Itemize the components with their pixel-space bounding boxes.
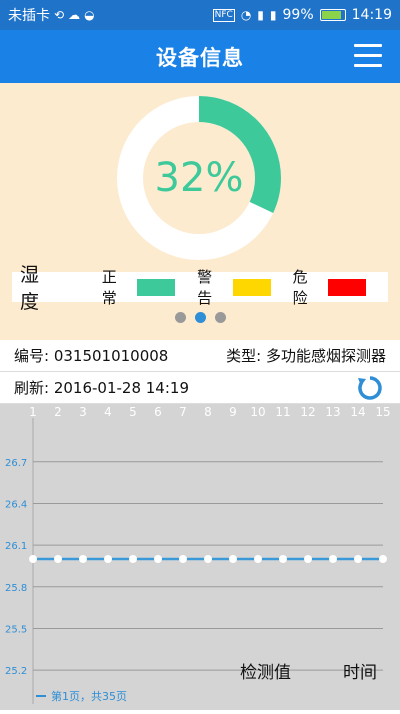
- x-tick-label: 8: [204, 405, 212, 419]
- chart-page-info: 第1页，共35页: [51, 690, 127, 703]
- x-tick-label: 9: [229, 405, 237, 419]
- x-tick-label: 6: [154, 405, 162, 419]
- wifi-icon: ◔: [240, 8, 252, 22]
- menu-button[interactable]: [354, 42, 384, 70]
- menu-icon-line: [354, 44, 382, 47]
- legend-swatch-danger: [328, 278, 366, 296]
- battery-icon: [319, 9, 346, 21]
- data-point: [254, 555, 262, 563]
- status-bar: 未插卡 ⟲ ☁ ◒ NFC ◔ ▮ ▮ 99% 14:19: [0, 0, 400, 30]
- x-tick-label: 4: [104, 405, 112, 419]
- refresh-icon[interactable]: [356, 374, 384, 402]
- refresh-row: 刷新: 2016-01-28 14:19: [0, 372, 400, 404]
- weather-icon: ☁: [68, 8, 81, 22]
- data-point: [79, 555, 87, 563]
- trend-chart-svg: 25.225.525.826.126.426.71 2 3 4 5 6 7 8 9 10 11 12 1…: [5, 405, 391, 704]
- data-point: [329, 555, 337, 563]
- android-icon: ◒: [84, 8, 95, 22]
- x-tick-label: 13: [325, 405, 340, 419]
- carrier-label: 未插卡: [8, 8, 50, 24]
- page-dot[interactable]: [174, 312, 186, 323]
- x-tick-label: 1: [29, 405, 37, 419]
- legend-title: 湿度: [20, 264, 40, 313]
- x-tick-label: 3: [79, 405, 87, 419]
- y-tick-label: 26.1: [5, 541, 27, 552]
- gauge-value: 32%: [154, 155, 244, 201]
- x-tick-label: 2: [54, 405, 62, 419]
- legend-item-label: 正常: [101, 268, 117, 307]
- sim-icon: ▮: [257, 8, 264, 22]
- x-axis-label: 时间: [343, 663, 377, 683]
- trend-chart: 25.2 25.5 25.8 26.1 26.4 26.7 1 2 3 4 5 6 7 8 9 10 11 12 1…: [0, 404, 400, 710]
- y-tick-label: 26.7: [5, 458, 27, 469]
- signal-icon: ▮: [269, 8, 277, 22]
- page-title: 设备信息: [156, 45, 244, 70]
- data-point: [354, 555, 362, 563]
- data-point: [54, 555, 62, 563]
- legend-swatch-warning: [232, 278, 271, 296]
- clock: 14:19: [351, 7, 392, 23]
- gauge-panel[interactable]: 32% 湿度 正常 警告 危险: [0, 83, 400, 340]
- nfc-icon: NFC: [212, 8, 235, 22]
- x-tick-label: 14: [350, 405, 365, 419]
- device-info-row: 编号: 031501010008 类型: 多功能感烟探测器: [0, 340, 400, 372]
- y-tick-label: 25.8: [5, 583, 27, 594]
- page-dot-active[interactable]: [194, 312, 206, 323]
- legend-item-label: 危险: [292, 268, 308, 307]
- legend-item-warning: 警告: [197, 266, 271, 308]
- legend-item-label: 警告: [197, 268, 213, 307]
- status-legend: 湿度 正常 警告 危险: [12, 264, 388, 313]
- y-axis-label: 检测值: [240, 663, 291, 683]
- chart-legend: 第1页，共35页: [36, 688, 127, 704]
- device-id: 编号: 031501010008: [14, 347, 169, 365]
- y-tick-label: 25.2: [5, 666, 27, 677]
- legend-swatch-normal: [137, 278, 176, 296]
- legend-item-normal: 正常: [101, 266, 176, 308]
- x-tick-label: 10: [250, 405, 265, 419]
- page-dot[interactable]: [214, 312, 226, 323]
- data-point: [29, 555, 37, 563]
- menu-icon-line: [354, 54, 382, 57]
- y-tick-label: 25.5: [5, 624, 27, 635]
- data-point: [179, 555, 187, 563]
- refresh-time: 刷新: 2016-01-28 14:19: [14, 379, 189, 397]
- data-point: [229, 555, 237, 563]
- x-tick-label: 12: [300, 405, 315, 419]
- data-point: [204, 555, 212, 563]
- x-tick-label: 7: [179, 405, 187, 419]
- data-point: [129, 555, 137, 563]
- battery-percent: 99%: [282, 7, 314, 23]
- x-tick-label: 15: [375, 405, 390, 419]
- legend-item-danger: 危险: [293, 266, 366, 308]
- x-tick-label: 11: [275, 405, 290, 419]
- legend-line-swatch: [36, 695, 46, 697]
- menu-icon-line: [354, 64, 382, 67]
- data-point: [304, 555, 312, 563]
- page-indicator[interactable]: [0, 312, 400, 323]
- y-tick-label: 26.4: [5, 499, 27, 510]
- device-type: 类型: 多功能感烟探测器: [226, 347, 386, 365]
- data-point: [154, 555, 162, 563]
- data-point: [379, 555, 387, 563]
- app-bar: 设备信息: [0, 30, 400, 83]
- sync-icon: ⟲: [54, 8, 65, 22]
- data-point: [279, 555, 287, 563]
- x-tick-label: 5: [129, 405, 137, 419]
- data-point: [104, 555, 112, 563]
